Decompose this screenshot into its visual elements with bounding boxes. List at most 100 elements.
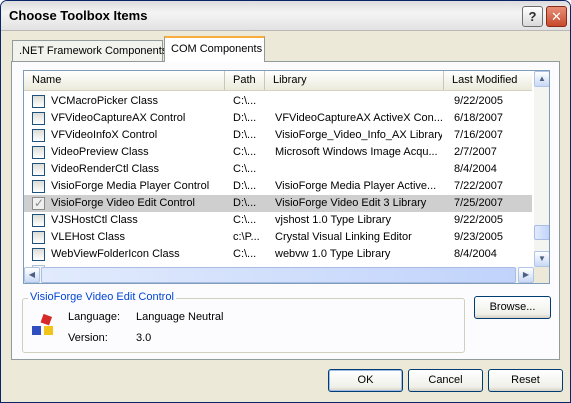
- item-path: C:\...: [233, 214, 257, 226]
- item-path: C:\...: [233, 146, 257, 158]
- scroll-left-button[interactable]: ◀: [24, 267, 40, 283]
- tab-net-framework-components[interactable]: .NET Framework Components: [12, 40, 167, 62]
- list-item[interactable]: VideoRenderCtl Class C:\... 8/4/2004: [24, 161, 532, 178]
- item-modified: 8/4/2004: [454, 163, 497, 175]
- item-checkbox-checked[interactable]: ✓: [32, 196, 45, 210]
- item-modified: 9/23/2005: [454, 231, 503, 243]
- item-modified: 9/22/2005: [454, 95, 503, 107]
- tab-label: .NET Framework Components: [19, 45, 168, 57]
- language-label: Language:: [68, 311, 120, 323]
- horizontal-scrollbar[interactable]: ◀ ▶: [24, 267, 534, 283]
- tab-panel: Name Path Library Last Modified VCMacroP…: [11, 61, 560, 360]
- item-path: c:\P...: [233, 231, 260, 243]
- item-checkbox[interactable]: [32, 95, 45, 108]
- scrollbar-corner: [534, 267, 549, 283]
- list-item-selected[interactable]: ✓ VisioForge Video Edit Control D:\... V…: [24, 195, 532, 212]
- list-item[interactable]: VLEHost Class c:\P... Crystal Visual Lin…: [24, 229, 532, 246]
- item-modified: 6/18/2007: [454, 112, 503, 124]
- list-item[interactable]: WebViewFolderIcon Class C:\... webvw 1.0…: [24, 246, 532, 263]
- list-item[interactable]: VFVideoCaptureAX Control D:\... VFVideoC…: [24, 110, 532, 127]
- list-item[interactable]: VJSHostCtl Class C:\... vjshost 1.0 Type…: [24, 212, 532, 229]
- item-checkbox[interactable]: [32, 231, 45, 244]
- column-header-library[interactable]: Library: [265, 71, 444, 90]
- column-header-name[interactable]: Name: [24, 71, 225, 90]
- item-name: VisioForge Video Edit Control: [51, 197, 195, 209]
- item-library: VisioForge_Video_Info_AX Library: [275, 129, 442, 141]
- cancel-button[interactable]: Cancel: [408, 369, 483, 392]
- item-checkbox[interactable]: [32, 112, 45, 125]
- window-title: Choose Toolbox Items: [9, 8, 148, 23]
- item-modified: 9/22/2005: [454, 214, 503, 226]
- vertical-scroll-thumb[interactable]: [534, 225, 549, 240]
- language-value: Language Neutral: [136, 311, 224, 323]
- item-path: D:\...: [233, 197, 257, 209]
- item-library: VisioForge Video Edit 3 Library: [275, 197, 427, 209]
- tab-com-components[interactable]: COM Components: [164, 36, 265, 62]
- item-path: D:\...: [233, 129, 257, 141]
- item-path: D:\...: [233, 180, 257, 192]
- item-name: VideoPreview Class: [51, 146, 149, 158]
- scroll-down-button[interactable]: ▼: [534, 251, 549, 267]
- item-modified: 2/7/2007: [454, 146, 497, 158]
- item-name: WebViewFolderIcon Class: [51, 248, 180, 260]
- item-modified: 7/22/2007: [454, 180, 503, 192]
- component-icon: [32, 313, 53, 335]
- item-path: C:\...: [233, 95, 257, 107]
- scroll-up-button[interactable]: ▲: [534, 71, 549, 87]
- item-name: VJSHostCtl Class: [51, 214, 138, 226]
- list-header: Name Path Library Last Modified: [24, 71, 532, 91]
- item-library: VFVideoCaptureAX ActiveX Con...: [275, 112, 442, 124]
- title-bar[interactable]: Choose Toolbox Items ? ✕: [1, 1, 570, 31]
- item-checkbox[interactable]: [32, 129, 45, 142]
- item-modified: 7/16/2007: [454, 129, 503, 141]
- browse-button-label: Browse...: [489, 301, 536, 313]
- item-modified: 8/4/2004: [454, 248, 497, 260]
- details-group-title: VisioForge Video Edit Control: [28, 291, 176, 303]
- item-checkbox[interactable]: [32, 180, 45, 193]
- components-list[interactable]: Name Path Library Last Modified VCMacroP…: [23, 70, 550, 284]
- tab-label: COM Components: [171, 43, 263, 55]
- item-name: VFVideoCaptureAX Control: [51, 112, 186, 124]
- item-path: C:\...: [233, 163, 257, 175]
- version-label: Version:: [68, 332, 108, 344]
- reset-button-label: Reset: [511, 374, 540, 386]
- ok-button-label: OK: [357, 374, 374, 386]
- item-name: VLEHost Class: [51, 231, 125, 243]
- column-header-last-modified[interactable]: Last Modified: [444, 71, 532, 90]
- details-group: VisioForge Video Edit Control Language: …: [22, 291, 465, 353]
- item-name: VisioForge Media Player Control: [51, 180, 210, 192]
- dialog-window: Choose Toolbox Items ? ✕ .NET Framework …: [0, 0, 571, 403]
- item-name: VCMacroPicker Class: [51, 95, 158, 107]
- list-item[interactable]: VCMacroPicker Class C:\... 9/22/2005: [24, 93, 532, 110]
- item-checkbox[interactable]: [32, 248, 45, 261]
- item-path: C:\...: [233, 248, 257, 260]
- item-modified: 7/25/2007: [454, 197, 503, 209]
- ok-button[interactable]: OK: [328, 369, 403, 392]
- item-checkbox[interactable]: [32, 146, 45, 159]
- item-path: D:\...: [233, 112, 257, 124]
- checkmark-icon: ✓: [34, 196, 45, 210]
- item-library: webvw 1.0 Type Library: [275, 248, 391, 260]
- item-name: VideoRenderCtl Class: [51, 163, 160, 175]
- horizontal-scroll-thumb[interactable]: [41, 267, 516, 283]
- list-item[interactable]: VideoPreview Class C:\... Microsoft Wind…: [24, 144, 532, 161]
- list-item[interactable]: VFVideoInfoX Control D:\... VisioForge_V…: [24, 127, 532, 144]
- item-library: vjshost 1.0 Type Library: [275, 214, 391, 226]
- help-button[interactable]: ?: [522, 6, 543, 27]
- item-library: Microsoft Windows Image Acqu...: [275, 146, 438, 158]
- item-checkbox[interactable]: [32, 214, 45, 227]
- vertical-scrollbar[interactable]: ▲ ▼: [534, 71, 549, 267]
- scroll-right-button[interactable]: ▶: [518, 267, 534, 283]
- item-library: Crystal Visual Linking Editor: [275, 231, 412, 243]
- list-rows: VCMacroPicker Class C:\... 9/22/2005 VFV…: [24, 93, 532, 280]
- version-value: 3.0: [136, 332, 152, 344]
- column-header-path[interactable]: Path: [225, 71, 265, 90]
- close-button[interactable]: ✕: [546, 6, 567, 27]
- cancel-button-label: Cancel: [428, 374, 463, 386]
- list-item[interactable]: VisioForge Media Player Control D:\... V…: [24, 178, 532, 195]
- browse-button[interactable]: Browse...: [474, 296, 551, 319]
- item-name: VFVideoInfoX Control: [51, 129, 158, 141]
- reset-button[interactable]: Reset: [488, 369, 563, 392]
- item-checkbox[interactable]: [32, 163, 45, 176]
- item-library: VisioForge Media Player Active...: [275, 180, 437, 192]
